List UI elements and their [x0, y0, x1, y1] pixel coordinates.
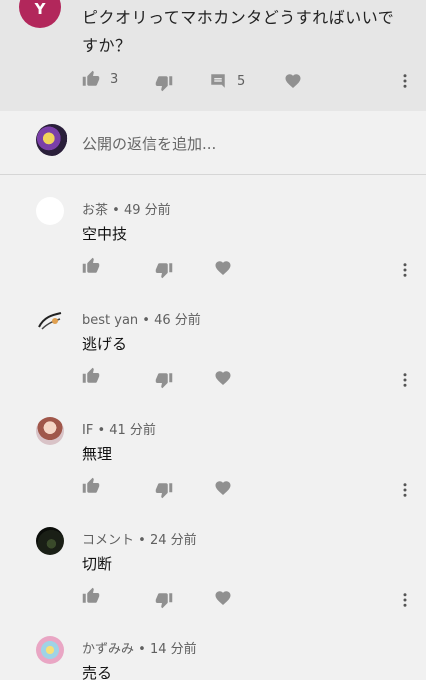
reply-button[interactable]: 5	[209, 72, 245, 90]
more-vert-icon	[396, 371, 414, 389]
like-button[interactable]	[82, 257, 100, 275]
timestamp: 41 分前	[109, 423, 156, 438]
dislike-button[interactable]	[155, 371, 173, 389]
dislike-button[interactable]	[155, 261, 173, 279]
meta-separator: •	[138, 313, 155, 328]
parent-action-bar: 3 5	[0, 70, 426, 96]
reply-comment: best yan • 46 分前 逃げる	[0, 307, 426, 417]
more-vert-icon	[396, 261, 414, 279]
add-reply-bar[interactable]: 公開の返信を追加...	[0, 111, 426, 175]
more-button[interactable]	[396, 481, 414, 499]
thumb-down-icon	[155, 371, 173, 389]
more-vert-icon	[396, 481, 414, 499]
thumb-down-icon	[155, 74, 173, 92]
add-reply-placeholder[interactable]: 公開の返信を追加...	[82, 133, 216, 154]
avatar[interactable]	[36, 197, 64, 225]
comment-action-bar	[0, 367, 426, 393]
comment-meta: かずみみ • 14 分前	[82, 638, 197, 657]
like-button[interactable]	[82, 367, 100, 385]
timestamp: 24 分前	[149, 533, 197, 548]
like-button[interactable]	[82, 477, 100, 495]
heart-button[interactable]	[214, 589, 232, 607]
thumb-up-icon	[82, 367, 100, 385]
thumb-down-icon	[155, 481, 173, 499]
meta-separator: •	[108, 203, 124, 218]
author-name[interactable]: best yan	[82, 313, 138, 328]
comment-action-bar	[0, 587, 426, 613]
timestamp: 46 分前	[154, 313, 201, 328]
thumb-up-icon	[82, 587, 100, 605]
thumb-up-icon	[82, 70, 100, 88]
meta-separator: •	[134, 642, 150, 657]
reply-comment: IF • 41 分前 無理	[0, 417, 426, 527]
my-avatar	[36, 124, 68, 156]
dislike-button[interactable]	[155, 74, 173, 92]
avatar-letter: Y	[34, 0, 46, 18]
avatar[interactable]	[36, 527, 64, 555]
thumb-up-icon	[82, 257, 100, 275]
avatar[interactable]	[36, 307, 64, 335]
author-name[interactable]: かずみみ	[82, 642, 134, 657]
comment-text: 空中技	[82, 225, 128, 243]
comment-meta: お茶 • 49 分前	[82, 199, 171, 218]
heart-icon	[214, 369, 232, 387]
dislike-button[interactable]	[155, 481, 173, 499]
thumb-down-icon	[155, 261, 173, 279]
heart-icon	[284, 72, 302, 90]
like-button[interactable]	[82, 587, 100, 605]
heart-icon	[214, 259, 232, 277]
comment-meta: IF • 41 分前	[82, 419, 156, 438]
comment-icon	[209, 72, 227, 90]
more-button[interactable]	[396, 261, 414, 279]
like-button[interactable]: 3	[82, 70, 118, 88]
heart-button[interactable]	[214, 479, 232, 497]
heart-button[interactable]	[214, 369, 232, 387]
author-name[interactable]: コメント	[82, 533, 134, 548]
dislike-button[interactable]	[155, 591, 173, 609]
heart-icon	[214, 479, 232, 497]
comment-meta: コメント • 24 分前	[82, 529, 197, 548]
more-button[interactable]	[396, 371, 414, 389]
heart-button[interactable]	[284, 72, 302, 90]
thumb-down-icon	[155, 591, 173, 609]
parent-comment-text: ピクオリってマホカンタどうすればいいですか？	[82, 8, 395, 55]
parent-avatar[interactable]: Y	[19, 0, 61, 28]
timestamp: 49 分前	[123, 203, 171, 218]
comment-text: 無理	[82, 445, 113, 463]
avatar[interactable]	[36, 636, 64, 664]
comment-meta: best yan • 46 分前	[82, 309, 201, 328]
timestamp: 14 分前	[149, 642, 197, 657]
reply-comment: かずみみ • 14 分前 売る	[0, 636, 426, 680]
author-name[interactable]: お茶	[82, 203, 108, 218]
comment-text: 売る	[82, 664, 113, 680]
author-name[interactable]: IF	[82, 423, 93, 438]
thumb-up-icon	[82, 477, 100, 495]
more-vert-icon	[396, 72, 414, 90]
heart-button[interactable]	[214, 259, 232, 277]
avatar-image	[38, 312, 62, 330]
comment-action-bar	[0, 257, 426, 283]
more-vert-icon	[396, 591, 414, 609]
reply-comment: お茶 • 49 分前 空中技	[0, 197, 426, 307]
heart-icon	[214, 589, 232, 607]
reply-comment: コメント • 24 分前 切断	[0, 527, 426, 637]
more-button[interactable]	[396, 591, 414, 609]
parent-comment: Y ピクオリってマホカンタどうすればいいですか？ 3 5	[0, 0, 426, 111]
more-button[interactable]	[396, 72, 414, 90]
meta-separator: •	[134, 533, 150, 548]
avatar[interactable]	[36, 417, 64, 445]
meta-separator: •	[93, 423, 110, 438]
comment-action-bar	[0, 477, 426, 503]
like-count: 3	[110, 71, 119, 87]
comment-text: 逃げる	[82, 335, 128, 353]
reply-count: 5	[237, 73, 246, 89]
comment-text: 切断	[82, 555, 113, 573]
